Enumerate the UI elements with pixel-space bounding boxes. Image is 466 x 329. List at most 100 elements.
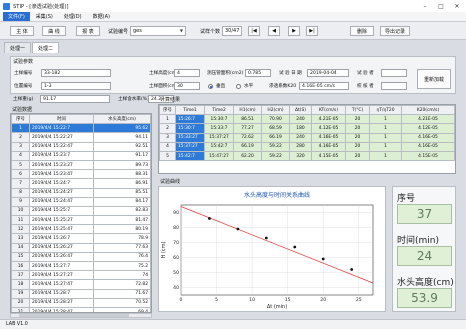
tester-field[interactable] <box>381 69 407 77</box>
table-row[interactable]: 7 2019/4/4 15:24:7 86.91 <box>11 178 151 189</box>
k20-field[interactable]: 4.16E-05 cm/s <box>299 82 349 90</box>
record-hscroll[interactable] <box>10 313 152 318</box>
table-row[interactable]: 16 2019/4/4 15:27:7 75.2 <box>11 260 151 272</box>
radio-horizontal[interactable] <box>236 84 241 89</box>
table-cell: 72.82 <box>93 279 151 290</box>
table-row[interactable]: 4 2019/4/4 15:23:7 91.17 <box>11 150 151 161</box>
close-button[interactable]: ✕ <box>450 0 464 12</box>
table-row[interactable]: 15 2019/4/4 15:26:47 76.4 <box>11 251 151 263</box>
checker-field[interactable] <box>381 82 407 90</box>
prev-record-button[interactable]: ◀ <box>268 26 280 36</box>
table-row[interactable]: 5 2019/4/4 15:23:27 89.73 <box>11 159 151 171</box>
table-cell: 66.19 <box>233 141 262 152</box>
area-field[interactable]: 0.785 <box>245 69 271 77</box>
table-cell: 20 <box>345 150 370 162</box>
seq-label: 序号 <box>397 194 416 204</box>
table-cell: 85.51 <box>93 187 151 198</box>
table-cell: 15:33:7 <box>204 123 234 134</box>
table-row[interactable]: 18 2019/4/4 15:27:47 72.82 <box>11 279 151 290</box>
menu-capture[interactable]: 采集(S) <box>31 12 58 21</box>
table-row[interactable]: 9 2019/4/4 15:24:47 84.17 <box>11 196 151 207</box>
table-cell: 13 <box>11 233 30 244</box>
export-record-button[interactable]: 导出记录 <box>380 26 410 36</box>
height-field[interactable]: 4 <box>174 69 200 77</box>
results-table[interactable]: 序号 Time1 Time2 H1(cm) H2(cm) Δt(S) KT(cm/s) T(°… <box>158 104 456 174</box>
table-row[interactable]: 6 2019/4/4 15:23:47 88.31 <box>11 169 151 180</box>
table-row[interactable]: 20 2019/4/4 15:28:27 70.52 <box>11 297 151 308</box>
results-header-cell[interactable]: Time1 <box>175 105 205 116</box>
table-cell: 4.21E-05 <box>401 114 455 125</box>
record-header-cell[interactable]: 序号 <box>11 114 30 125</box>
record-hscroll-thumb[interactable] <box>19 314 129 317</box>
last-record-button[interactable]: ▶| <box>306 26 318 36</box>
position-field[interactable]: 1-3 <box>41 82 111 90</box>
results-header-cell[interactable]: Δt(S) <box>289 105 312 116</box>
table-cell: 92.51 <box>93 141 151 152</box>
table-row[interactable]: 19 2019/4/4 15:28:7 71.67 <box>11 288 151 299</box>
table-row[interactable]: 11 2019/4/4 15:25:27 81.47 <box>11 215 151 226</box>
results-header-cell[interactable]: Time2 <box>204 105 234 116</box>
record-header-cell[interactable]: 时间 <box>29 114 94 125</box>
table-row[interactable]: 1 15:26:7 15:30:7 86.51 70.90 240 4.21E-05 20 1 4… <box>159 114 455 125</box>
table-row[interactable]: 2 2019/4/4 15:22:27 94.11 <box>11 132 151 143</box>
menu-process[interactable]: 处理(D) <box>59 12 87 21</box>
table-row[interactable]: 3 2019/4/4 15:22:47 92.51 <box>11 141 151 152</box>
table-cell: 1 <box>369 132 402 143</box>
radio-vertical[interactable] <box>208 84 213 89</box>
table-cell: 5 <box>11 159 30 171</box>
results-header-cell[interactable]: T(°C) <box>345 105 370 116</box>
x-tick-label: 25 <box>356 297 362 303</box>
record-header-cell[interactable]: 水头高度(cm) <box>93 114 151 125</box>
table-row[interactable]: 8 2019/4/4 15:24:27 85.51 <box>11 187 151 198</box>
results-header-cell[interactable]: H2(cm) <box>261 105 290 116</box>
reload-button[interactable]: 重新加载 <box>417 69 451 89</box>
menu-data[interactable]: 数据(A) <box>88 12 115 21</box>
curve-button[interactable]: 曲 线 <box>42 26 66 36</box>
table-row[interactable]: 1 2019/4/4 15:22:7 95.62 <box>11 123 151 134</box>
table-row[interactable]: 13 2019/4/4 15:26:7 78.9 <box>11 233 151 244</box>
date-field[interactable]: 2019-04-04 <box>307 69 349 77</box>
results-header-cell[interactable]: K20(cm/s) <box>401 105 455 116</box>
results-header-cell[interactable]: KT(cm/s) <box>311 105 346 116</box>
tab-process-2[interactable]: 处理二 <box>32 42 60 53</box>
date-label: 试 验 日 期 <box>279 71 302 76</box>
table-cell: 15:30:7 <box>175 123 205 134</box>
table-row[interactable]: 10 2019/4/4 15:25:7 82.83 <box>11 205 151 217</box>
maximize-button[interactable]: □ <box>434 0 448 12</box>
table-cell: 240 <box>289 114 312 125</box>
table-cell: 1 <box>11 123 30 134</box>
sample-no-field[interactable]: 33-182 <box>41 69 111 77</box>
table-cell: 72.62 <box>233 132 262 143</box>
soil-area-field[interactable]: 30 <box>174 82 200 90</box>
radio-horizontal-label: 水平 <box>244 84 254 89</box>
main-button[interactable]: 主 体 <box>10 26 34 36</box>
sample-count-field[interactable]: 30/47 <box>222 26 242 36</box>
table-row[interactable]: 17 2019/4/4 15:27:27 74 <box>11 270 151 281</box>
table-cell: 15 <box>11 251 30 263</box>
menu-file[interactable]: 文件(F) <box>3 12 30 21</box>
table-row[interactable]: 2 15:30:7 15:33:7 77.27 68.59 180 4.12E-05 20 1 4… <box>159 123 455 134</box>
table-cell: 2019/4/4 15:27:7 <box>29 260 94 272</box>
soil-weight-field[interactable]: 91.17 <box>40 95 110 103</box>
table-cell: 3 <box>159 132 176 143</box>
record-table[interactable]: 序号 时间 水头高度(cm) 1 2019/4/4 15:22:7 95.62 2 2019… <box>10 113 152 313</box>
table-cell: 4.21E-05 <box>311 114 346 125</box>
results-header-cell[interactable]: 序号 <box>159 105 176 116</box>
record-body: 1 2019/4/4 15:22:7 95.62 2 2019/4/4 15:22:27… <box>11 123 151 312</box>
next-record-button[interactable]: ▶ <box>288 26 300 36</box>
report-button[interactable]: 报 表 <box>76 26 100 36</box>
table-row[interactable]: 12 2019/4/4 15:25:47 80.19 <box>11 224 151 235</box>
sample-number-select[interactable]: ges ▼ <box>130 26 186 36</box>
menu-bar: 文件(F) 采集(S) 处理(D) 数据(A) <box>0 12 466 22</box>
table-row[interactable]: 14 2019/4/4 15:26:27 77.63 <box>11 242 151 253</box>
tab-process-1[interactable]: 处理一 <box>4 42 32 53</box>
readout-panel: 序号 37 时间(min) 24 水头高度(cm) 53.9 <box>392 186 456 312</box>
table-row[interactable]: 3 15:33:27 15:37:27 72.62 66.19 240 4.16E-05 20… <box>159 132 455 143</box>
minimize-button[interactable]: – <box>418 0 432 12</box>
table-row[interactable]: 5 15:42:7 15:47:27 62.20 59.22 320 4.15E-05 20 1… <box>159 150 455 162</box>
results-header-cell[interactable]: H1(cm) <box>233 105 262 116</box>
results-header-cell[interactable]: ηT/ηT20 <box>369 105 402 116</box>
first-record-button[interactable]: |◀ <box>248 26 260 36</box>
delete-button[interactable]: 删除 <box>350 26 374 36</box>
table-row[interactable]: 4 15:37:27 15:42:7 66.19 59.22 280 4.16E-05 20 1… <box>159 141 455 152</box>
